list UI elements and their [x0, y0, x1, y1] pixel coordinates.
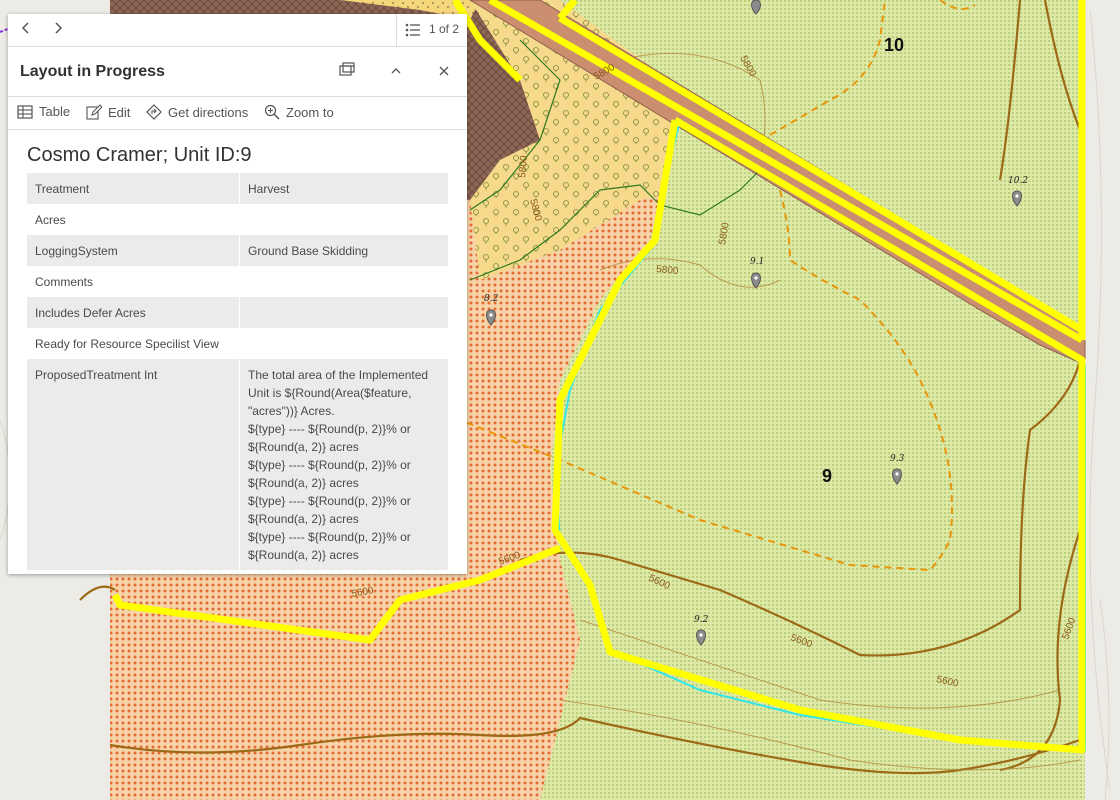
attribute-key: LoggingSystem [27, 235, 240, 266]
attribute-key: Acres [27, 204, 240, 235]
get-directions-action[interactable]: Get directions [146, 104, 248, 120]
close-button[interactable] [433, 61, 455, 83]
point-label: 9.3 [890, 454, 905, 464]
attribute-value [240, 204, 449, 235]
dock-button[interactable] [336, 61, 358, 83]
edit-action-label: Edit [108, 104, 131, 120]
zoom-to-action[interactable]: Zoom to [264, 104, 334, 120]
chevron-left-icon [21, 22, 29, 34]
point-label: 10.2 [1008, 176, 1028, 186]
table-icon [17, 104, 33, 119]
feature-list-button[interactable]: 1 of 2 [396, 14, 467, 46]
table-action-label: Table [39, 104, 71, 119]
previous-feature-button[interactable] [16, 20, 36, 40]
popup-nav-row: 1 of 2 [8, 14, 467, 47]
edit-icon [86, 104, 102, 120]
attribute-value: Ground Base Skidding [239, 235, 448, 266]
attribute-value [240, 266, 449, 297]
table-action[interactable]: Table [17, 104, 70, 119]
attribute-key: Includes Defer Acres [27, 297, 240, 328]
page-indicator: 1 of 2 [429, 22, 460, 36]
table-row: Comments [27, 266, 448, 297]
dock-icon [339, 62, 355, 76]
zoom-to-label: Zoom to [286, 104, 334, 120]
attribute-key: Ready for Resource Specilist View [27, 328, 240, 359]
zoom-in-icon [264, 104, 280, 120]
next-feature-button[interactable] [48, 20, 68, 40]
directions-icon [146, 104, 162, 120]
feature-title: Cosmo Cramer; Unit ID:9 [27, 144, 252, 166]
feature-popup[interactable]: 1 of 2 Layout in Progress Table Edit Get… [8, 14, 467, 574]
list-icon [405, 23, 420, 37]
popup-header: Layout in Progress [8, 47, 467, 97]
popup-content: Cosmo Cramer; Unit ID:9 Treatment Harvest… [8, 130, 467, 570]
table-row: Includes Defer Acres [27, 297, 448, 328]
chevron-right-icon [55, 22, 63, 34]
attribute-value [239, 297, 448, 328]
attribute-value: The total area of the Implemented Unit i… [239, 359, 448, 570]
attribute-key: Treatment [27, 173, 240, 204]
unit-label: 9 [822, 466, 832, 486]
edit-action[interactable]: Edit [86, 104, 130, 120]
point-label: 9.1 [750, 257, 764, 267]
table-row: ProposedTreatment Int The total area of t… [27, 359, 448, 570]
table-row: Treatment Harvest [27, 173, 448, 204]
table-row: Acres [27, 204, 448, 235]
collapse-button[interactable] [385, 61, 407, 83]
popup-actions: Table Edit Get directions Zoom to [8, 97, 467, 130]
attribute-key: ProposedTreatment Int [27, 359, 240, 570]
chevron-up-icon [391, 68, 401, 74]
table-row: Ready for Resource Specilist View [27, 328, 448, 359]
unit-label: 10 [884, 35, 904, 55]
attribute-key: Comments [27, 266, 240, 297]
point-label: 9.2 [694, 615, 709, 625]
point-label: 8.2 [484, 294, 499, 304]
get-directions-label: Get directions [168, 104, 249, 120]
contour-label: 5800 [656, 264, 680, 277]
attribute-value: Harvest [239, 173, 448, 204]
attribute-table: Treatment Harvest Acres LoggingSystem Grou… [27, 173, 448, 570]
table-row: LoggingSystem Ground Base Skidding [27, 235, 448, 266]
attribute-value [240, 328, 449, 359]
close-icon [439, 66, 449, 76]
contour-label: 5800 [517, 155, 530, 179]
popup-title: Layout in Progress [20, 63, 165, 80]
